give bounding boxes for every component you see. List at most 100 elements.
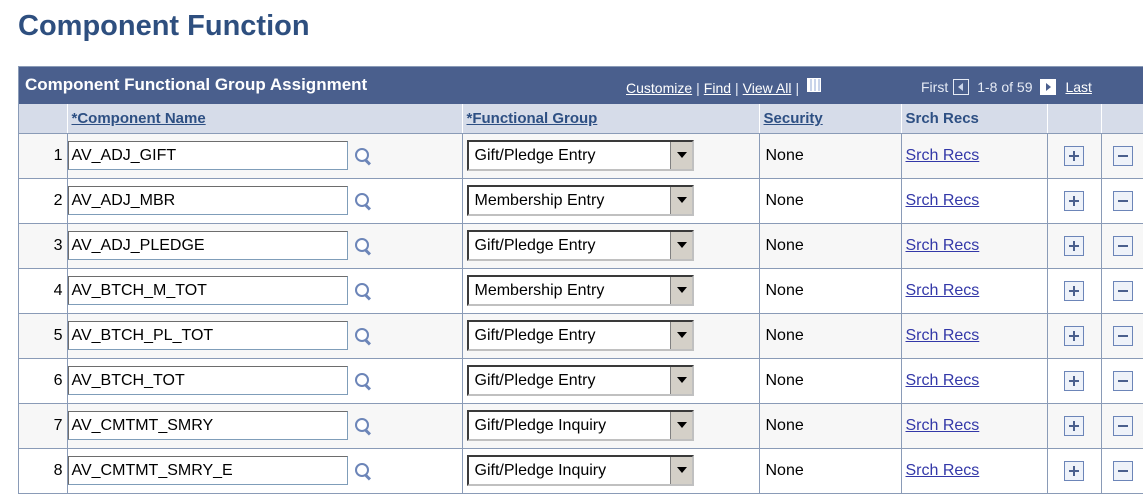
lookup-search-icon[interactable] <box>354 372 372 390</box>
component-name-header[interactable]: *Component Name <box>67 104 463 134</box>
component-name-input[interactable]: AV_CMTMT_SMRY <box>67 411 348 440</box>
grid-links: Customize | Find | View All | <box>626 78 822 96</box>
functional-group-select[interactable]: Gift/Pledge Entry <box>466 365 694 396</box>
functional-group-select[interactable]: Gift/Pledge Entry <box>466 140 694 171</box>
functional-group-select[interactable]: Gift/Pledge Entry <box>466 320 694 351</box>
delete-row-icon[interactable] <box>1112 190 1133 211</box>
table-row: 8 AV_CMTMT_SMRY_E Gift/Pledge Inquiry No… <box>19 448 1143 494</box>
delete-row-icon[interactable] <box>1112 280 1133 301</box>
add-row-icon[interactable] <box>1064 460 1084 481</box>
chevron-down-icon[interactable] <box>669 367 692 394</box>
functional-group-cell: Gift/Pledge Entry <box>462 133 760 179</box>
srch-recs-cell: Srch Recs <box>901 358 1048 404</box>
functional-group-header[interactable]: *Functional Group <box>462 104 760 134</box>
functional-group-value: Gift/Pledge Entry <box>474 236 596 254</box>
find-link[interactable]: Find <box>704 80 731 96</box>
add-row-cell <box>1047 358 1102 404</box>
chevron-down-icon[interactable] <box>669 232 692 259</box>
srch-recs-link[interactable]: Srch Recs <box>906 147 980 164</box>
srch-recs-cell: Srch Recs <box>901 268 1048 314</box>
component-name-input[interactable]: AV_ADJ_PLEDGE <box>67 231 348 260</box>
last-link[interactable]: Last <box>1065 79 1091 95</box>
separator: | <box>696 80 700 96</box>
add-row-icon[interactable] <box>1064 235 1084 256</box>
component-name-input[interactable]: AV_ADJ_GIFT <box>67 141 348 170</box>
table-row: 6 AV_BTCH_TOT Gift/Pledge Entry None Src… <box>19 358 1143 404</box>
delete-row-icon[interactable] <box>1112 145 1133 166</box>
add-row-icon[interactable] <box>1064 145 1084 166</box>
chevron-down-icon[interactable] <box>669 412 692 439</box>
chevron-down-icon[interactable] <box>669 277 692 304</box>
add-row-icon[interactable] <box>1064 325 1084 346</box>
row-number: 6 <box>19 358 68 404</box>
srch-recs-link[interactable]: Srch Recs <box>906 417 980 434</box>
srch-recs-link[interactable]: Srch Recs <box>906 462 980 479</box>
lookup-search-icon[interactable] <box>354 462 372 480</box>
customize-link[interactable]: Customize <box>626 80 692 96</box>
add-row-cell <box>1047 133 1102 179</box>
add-row-icon[interactable] <box>1064 370 1084 391</box>
srch-recs-link[interactable]: Srch Recs <box>906 237 980 254</box>
functional-group-select[interactable]: Gift/Pledge Entry <box>466 230 694 261</box>
component-name-sort-link[interactable]: *Component Name <box>72 110 206 127</box>
functional-group-cell: Gift/Pledge Entry <box>462 313 760 359</box>
view-all-link[interactable]: View All <box>743 80 792 96</box>
chevron-down-icon[interactable] <box>669 457 692 484</box>
add-row-cell <box>1047 223 1102 269</box>
lookup-search-icon[interactable] <box>354 147 372 165</box>
first-label: First <box>921 79 949 95</box>
delete-row-cell <box>1101 313 1143 359</box>
functional-group-select[interactable]: Gift/Pledge Inquiry <box>466 455 694 486</box>
add-column-header <box>1047 104 1102 134</box>
security-sort-link[interactable]: Security <box>764 110 823 127</box>
add-row-icon[interactable] <box>1064 280 1084 301</box>
srch-recs-cell: Srch Recs <box>901 178 1048 224</box>
lookup-search-icon[interactable] <box>354 282 372 300</box>
component-functional-group-grid: Component Functional Group Assignment Cu… <box>18 66 1143 494</box>
chevron-down-icon[interactable] <box>669 142 692 169</box>
component-name-cell: AV_ADJ_MBR <box>67 178 463 224</box>
srch-recs-link[interactable]: Srch Recs <box>906 192 980 209</box>
component-name-input[interactable]: AV_BTCH_PL_TOT <box>67 321 348 350</box>
srch-recs-link[interactable]: Srch Recs <box>906 282 980 299</box>
component-name-input[interactable]: AV_BTCH_TOT <box>67 366 348 395</box>
add-row-cell <box>1047 268 1102 314</box>
security-header[interactable]: Security <box>759 104 902 134</box>
grid-header-bar: Component Functional Group Assignment Cu… <box>19 66 1143 104</box>
functional-group-value: Gift/Pledge Entry <box>474 371 596 389</box>
delete-row-icon[interactable] <box>1112 370 1133 391</box>
functional-group-select[interactable]: Gift/Pledge Inquiry <box>466 410 694 441</box>
component-name-input[interactable]: AV_CMTMT_SMRY_E <box>67 456 348 485</box>
table-row: 4 AV_BTCH_M_TOT Membership Entry None Sr… <box>19 268 1143 314</box>
row-number: 3 <box>19 223 68 269</box>
download-spreadsheet-icon[interactable] <box>807 78 822 92</box>
next-page-icon[interactable] <box>1040 79 1057 95</box>
delete-row-icon[interactable] <box>1112 460 1133 481</box>
functional-group-select[interactable]: Membership Entry <box>466 275 694 306</box>
srch-recs-cell: Srch Recs <box>901 448 1048 494</box>
add-row-cell <box>1047 448 1102 494</box>
lookup-search-icon[interactable] <box>354 327 372 345</box>
srch-recs-link[interactable]: Srch Recs <box>906 327 980 344</box>
previous-page-icon[interactable] <box>953 79 970 95</box>
security-value: None <box>759 268 902 314</box>
separator: | <box>735 80 739 96</box>
lookup-search-icon[interactable] <box>354 417 372 435</box>
delete-row-icon[interactable] <box>1112 415 1133 436</box>
functional-group-select[interactable]: Membership Entry <box>466 185 694 216</box>
add-row-icon[interactable] <box>1064 415 1084 436</box>
srch-recs-link[interactable]: Srch Recs <box>906 372 980 389</box>
functional-group-cell: Membership Entry <box>462 268 760 314</box>
functional-group-sort-link[interactable]: *Functional Group <box>467 110 598 127</box>
component-name-input[interactable]: AV_BTCH_M_TOT <box>67 276 348 305</box>
chevron-down-icon[interactable] <box>669 187 692 214</box>
lookup-search-icon[interactable] <box>354 237 372 255</box>
delete-row-icon[interactable] <box>1112 325 1133 346</box>
delete-row-cell <box>1101 178 1143 224</box>
lookup-search-icon[interactable] <box>354 192 372 210</box>
component-name-input[interactable]: AV_ADJ_MBR <box>67 186 348 215</box>
chevron-down-icon[interactable] <box>669 322 692 349</box>
add-row-icon[interactable] <box>1064 190 1084 211</box>
delete-row-icon[interactable] <box>1112 235 1133 256</box>
table-row: 3 AV_ADJ_PLEDGE Gift/Pledge Entry None S… <box>19 223 1143 269</box>
